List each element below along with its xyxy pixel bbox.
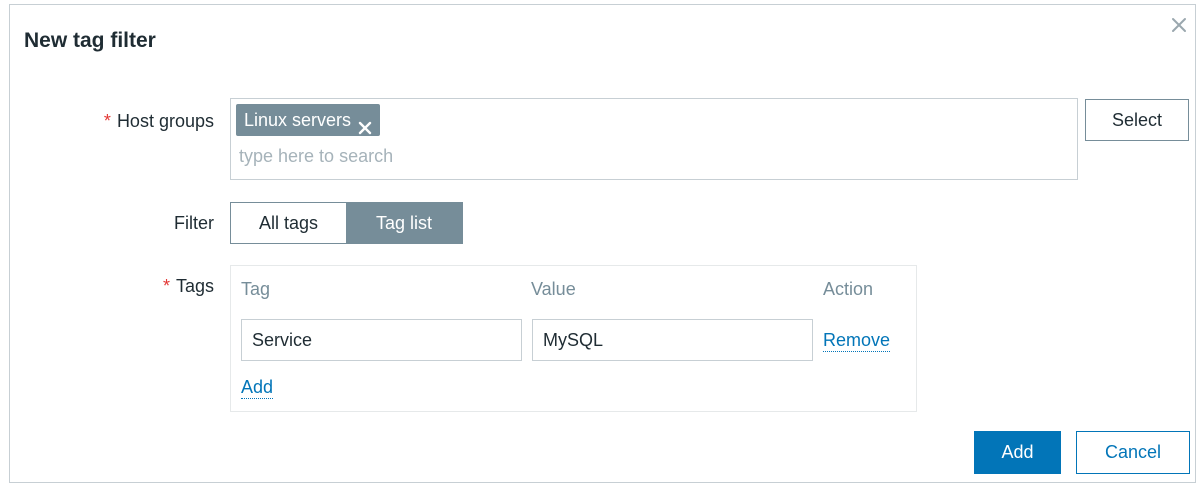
tag-value-input[interactable] xyxy=(532,319,813,361)
tag-name-input[interactable] xyxy=(241,319,522,361)
column-header-tag: Tag xyxy=(241,279,271,299)
host-groups-label: * Host groups xyxy=(68,111,214,132)
add-tag-link[interactable]: Add xyxy=(241,376,274,399)
column-header-action: Action xyxy=(823,279,874,299)
host-group-chip-label: Linux servers xyxy=(244,110,352,130)
host-groups-search-input[interactable] xyxy=(237,141,1061,171)
dialog: New tag filter * Host groups Linux server… xyxy=(9,4,1196,483)
tags-table: Tag Value Action Remove Add xyxy=(230,265,917,412)
filter-option-all-tags[interactable]: All tags xyxy=(231,203,346,243)
remove-tag-link[interactable]: Remove xyxy=(823,329,891,352)
tags-label: * Tags xyxy=(68,276,214,297)
add-button[interactable]: Add xyxy=(974,431,1061,474)
filter-label: Filter xyxy=(174,213,214,233)
host-group-chip: Linux servers xyxy=(236,104,381,136)
cancel-button[interactable]: Cancel xyxy=(1076,431,1190,474)
filter-option-tag-list[interactable]: Tag list xyxy=(346,203,462,243)
select-button[interactable]: Select xyxy=(1085,99,1189,141)
host-groups-multiselect[interactable]: Linux servers xyxy=(230,98,1078,180)
dialog-title: New tag filter xyxy=(24,29,156,52)
tags-label-text: Tags xyxy=(175,276,214,296)
column-header-value: Value xyxy=(531,279,576,299)
filter-segmented-control: All tags Tag list xyxy=(230,202,463,244)
host-groups-label-text: Host groups xyxy=(116,111,214,131)
close-icon[interactable] xyxy=(358,113,372,135)
required-marker: * xyxy=(103,111,111,131)
close-icon[interactable] xyxy=(1169,15,1189,35)
required-marker: * xyxy=(162,276,170,296)
